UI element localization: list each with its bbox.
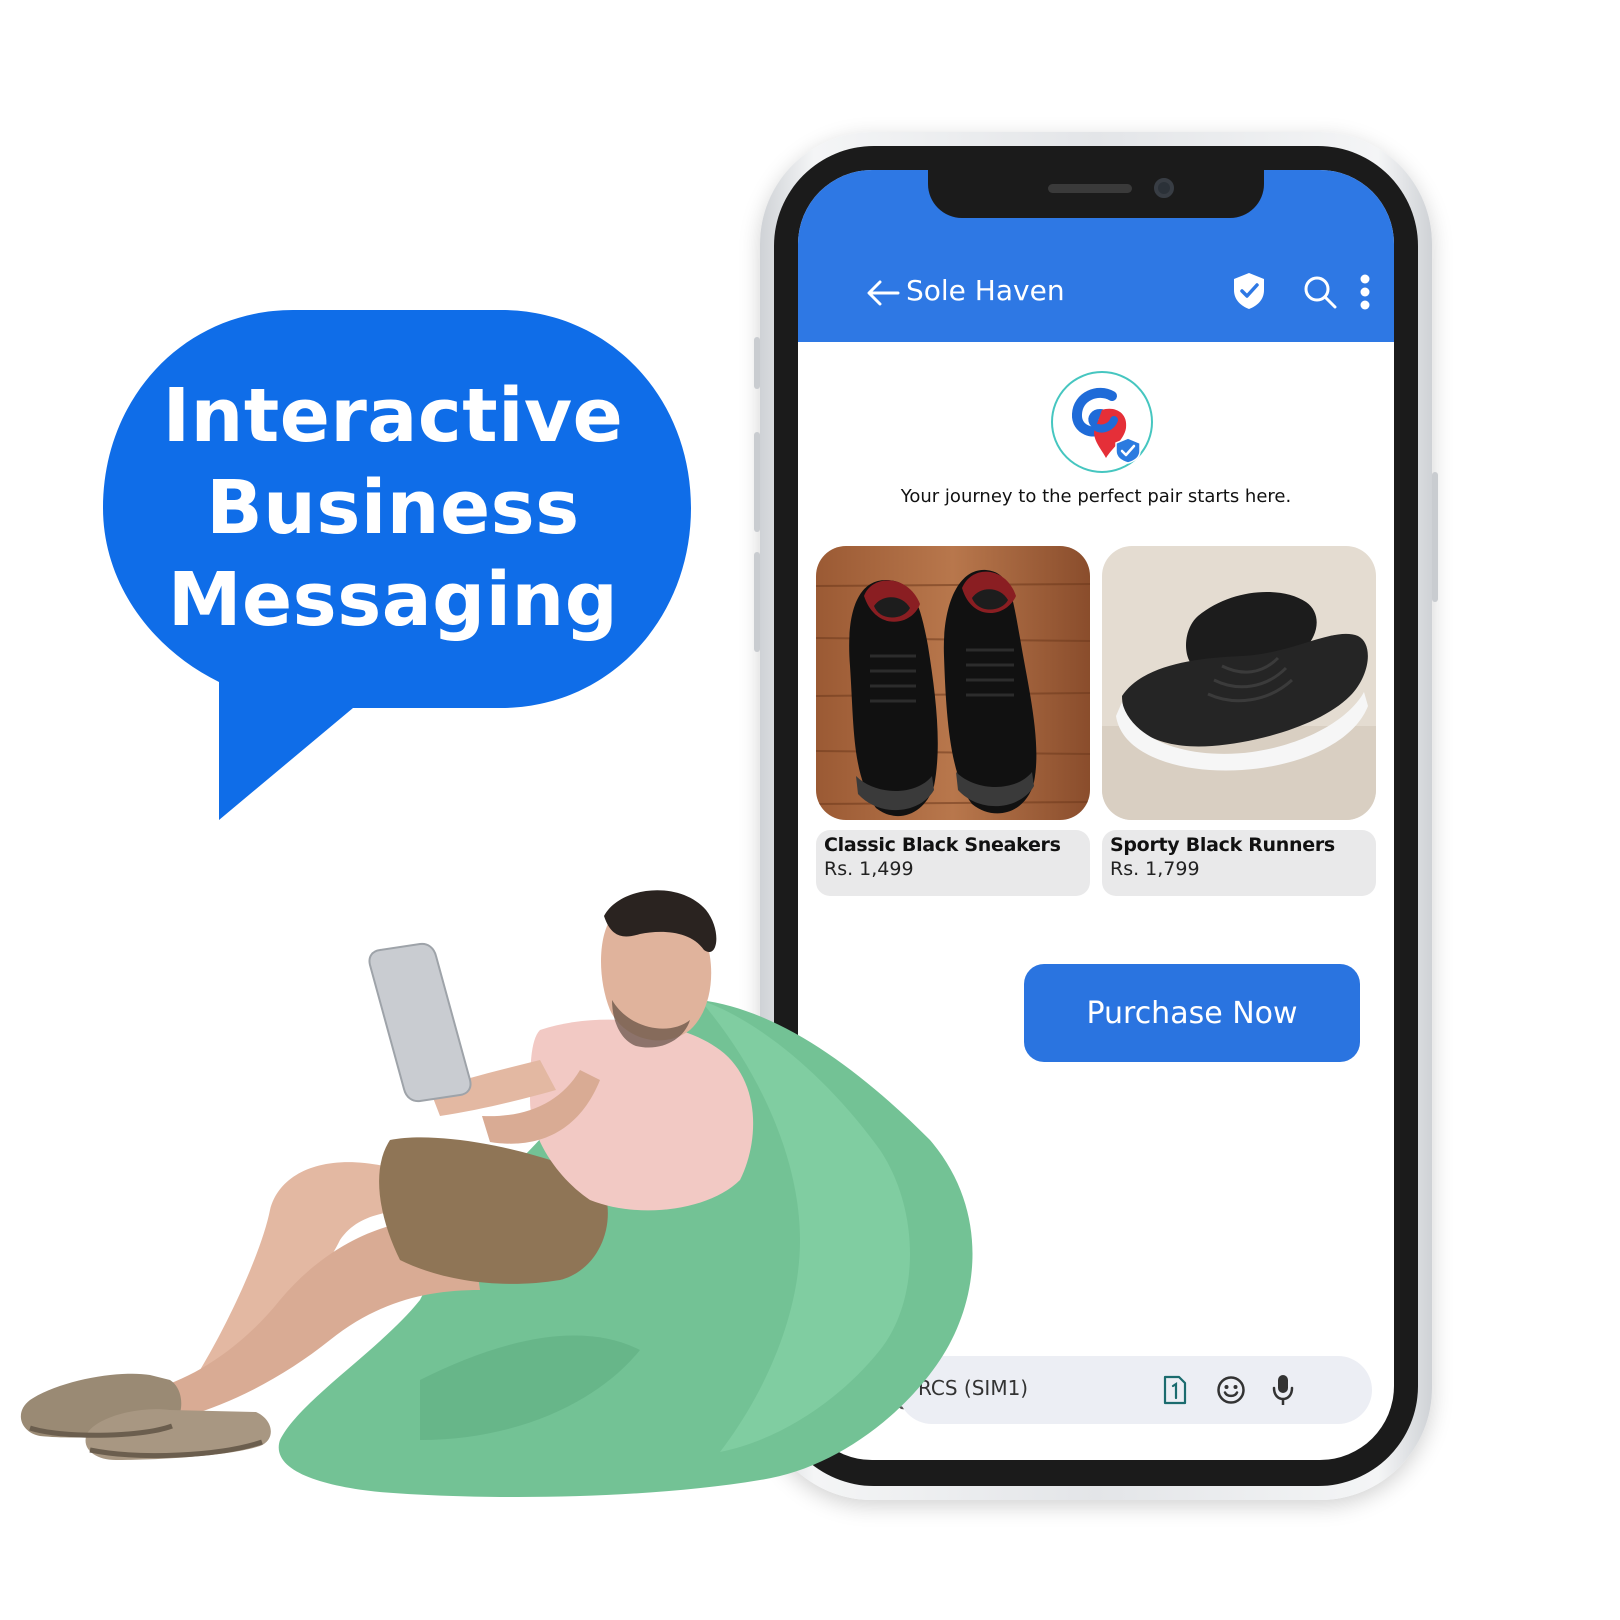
- phone-volume-up: [754, 432, 760, 532]
- product-name: Classic Black Sneakers: [824, 834, 1061, 856]
- tagline: Your journey to the perfect pair starts …: [900, 486, 1292, 507]
- product-price: Rs. 1,799: [1110, 858, 1200, 880]
- classic-sneakers-photo: [816, 546, 1090, 820]
- back-arrow-icon[interactable]: [866, 280, 900, 306]
- product-info: Sporty Black Runners Rs. 1,799: [1102, 830, 1376, 896]
- product-name: Sporty Black Runners: [1110, 834, 1335, 856]
- phone-power-button: [1432, 472, 1438, 602]
- emoji-icon[interactable]: [1216, 1375, 1246, 1405]
- purchase-now-button[interactable]: Purchase Now: [1024, 964, 1360, 1062]
- earpiece-speaker: [1048, 184, 1132, 193]
- more-vertical-icon[interactable]: [1360, 274, 1370, 310]
- man-on-beanbag-photo: [20, 890, 973, 1497]
- sim-card-icon[interactable]: [1162, 1374, 1188, 1406]
- product-card[interactable]: Classic Black Sneakers Rs. 1,499: [816, 546, 1090, 896]
- phone-notch: [928, 170, 1264, 218]
- verified-shield-icon[interactable]: [1232, 272, 1266, 310]
- app-title: Sole Haven: [906, 274, 1065, 307]
- brand-logo: [1051, 371, 1153, 473]
- front-camera: [1154, 178, 1174, 198]
- product-card[interactable]: Sporty Black Runners Rs. 1,799: [1102, 546, 1376, 896]
- phone-volume-down: [754, 552, 760, 652]
- headline-line-1: Interactive: [162, 373, 624, 459]
- product-price: Rs. 1,499: [824, 858, 914, 880]
- headline-line-3: Messaging: [167, 557, 619, 643]
- headline: Interactive Business Messaging: [103, 370, 683, 646]
- phone-side-button: [754, 337, 760, 389]
- speech-bubble: Interactive Business Messaging: [103, 310, 691, 820]
- search-icon[interactable]: [1303, 275, 1337, 309]
- product-image[interactable]: [1102, 546, 1376, 820]
- headline-line-2: Business: [206, 465, 580, 551]
- microphone-icon[interactable]: [1271, 1373, 1295, 1407]
- sporty-runners-photo: [1102, 546, 1376, 820]
- product-image[interactable]: [816, 546, 1090, 820]
